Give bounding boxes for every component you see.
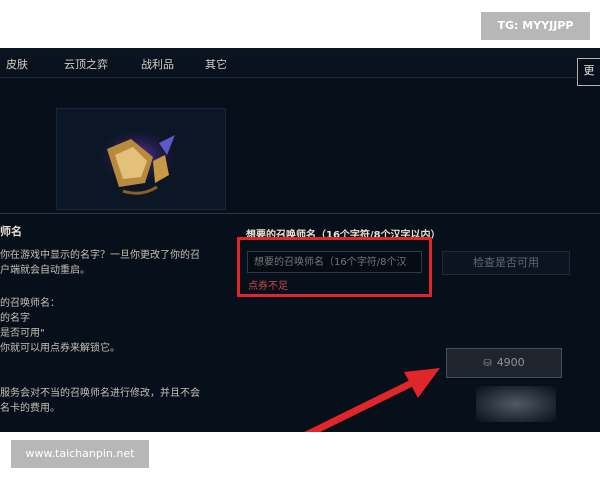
summoner-name-description: 你在游戏中显示的名字？一旦你更改了你的召 户端就会自动重启。 [0, 250, 200, 276]
summoner-name-instructions: 的召唤师名： 的名字 是否可用" 你就可以用点券来解锁它。 [0, 298, 120, 354]
red-arrow-icon [304, 368, 440, 432]
watermark-bottom: www.taichanpin.net [11, 440, 149, 468]
corner-button[interactable]: 更 [577, 58, 600, 86]
insufficient-rp-error: 点券不足 [248, 281, 288, 292]
name-change-scroll-icon [97, 131, 177, 195]
summoner-name-warning: 服务会对不当的召唤师名进行修改，并且不会 名卡的费用。 [0, 388, 200, 414]
summoner-name-title: 师名 [0, 225, 22, 238]
top-nav: 皮肤 云顶之弈 战利品 其它 [0, 48, 600, 78]
rp-coin-icon: ⛁ [483, 358, 492, 369]
watermark-top: TG: MYYJJPP [481, 12, 590, 40]
nav-divider [0, 77, 600, 78]
nav-item-skins[interactable]: 皮肤 [6, 56, 28, 72]
section-divider [0, 213, 600, 214]
purchase-button[interactable]: ⛁ 4900 [446, 348, 562, 378]
game-client-window: 皮肤 云顶之弈 战利品 其它 更 师名 你在游戏中显示的名字？一旦你更改了你的召… [0, 48, 600, 432]
nav-item-loot[interactable]: 战利品 [141, 56, 174, 72]
price-value: 4900 [496, 356, 525, 369]
nav-item-other[interactable]: 其它 [205, 56, 227, 72]
item-preview-panel [56, 108, 226, 210]
summoner-name-input[interactable] [247, 251, 422, 273]
nav-item-tft[interactable]: 云顶之弈 [64, 56, 108, 72]
cursor-shadow [476, 386, 556, 422]
check-availability-button[interactable]: 检查是否可用 [442, 251, 570, 275]
